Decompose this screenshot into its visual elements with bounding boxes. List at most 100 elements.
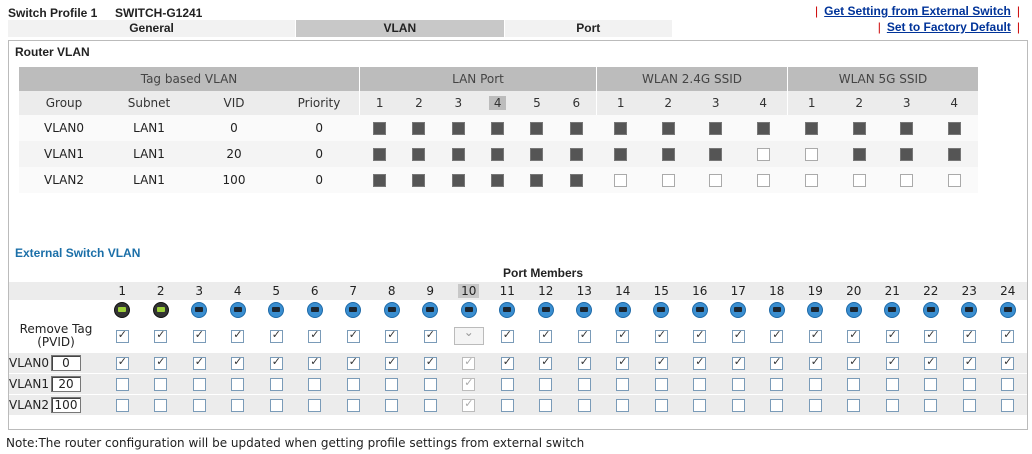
member-checkbox[interactable] bbox=[231, 399, 245, 412]
member-checkbox[interactable] bbox=[385, 399, 399, 412]
member-checkbox[interactable] bbox=[577, 399, 591, 412]
lan-port-checkbox[interactable] bbox=[530, 122, 544, 135]
member-checkbox[interactable] bbox=[577, 378, 591, 391]
remove-tag-checkbox[interactable] bbox=[308, 328, 322, 343]
wlan24-ssid-checkbox[interactable] bbox=[756, 148, 770, 161]
lan-port-checkbox[interactable] bbox=[372, 122, 386, 135]
remove-tag-checkbox[interactable] bbox=[423, 328, 437, 343]
member-checkbox[interactable] bbox=[154, 355, 168, 370]
member-checkbox[interactable] bbox=[462, 397, 476, 412]
member-checkbox[interactable] bbox=[269, 355, 283, 370]
vid-input[interactable]: 100 bbox=[51, 397, 81, 413]
member-checkbox[interactable] bbox=[654, 378, 668, 391]
member-checkbox[interactable] bbox=[962, 355, 976, 370]
ethernet-port-icon[interactable] bbox=[306, 302, 323, 318]
wlan5-ssid-checkbox[interactable] bbox=[805, 148, 818, 161]
wlan5-ssid-checkbox[interactable] bbox=[805, 174, 818, 187]
wlan5-ssid-checkbox[interactable] bbox=[852, 148, 866, 161]
remove-tag-checkbox[interactable] bbox=[616, 328, 630, 343]
lan-port-checkbox[interactable] bbox=[530, 174, 544, 187]
lan-port-checkbox[interactable] bbox=[570, 174, 584, 187]
member-checkbox[interactable] bbox=[385, 378, 399, 391]
wlan24-ssid-checkbox[interactable] bbox=[661, 122, 675, 135]
ethernet-port-icon[interactable] bbox=[691, 302, 708, 318]
member-checkbox[interactable] bbox=[847, 378, 861, 391]
member-checkbox[interactable] bbox=[770, 399, 784, 412]
member-checkbox[interactable] bbox=[924, 378, 938, 391]
ethernet-port-icon[interactable] bbox=[114, 302, 131, 318]
lan-port-checkbox[interactable] bbox=[491, 122, 505, 135]
member-checkbox[interactable] bbox=[500, 378, 514, 391]
vid-input[interactable]: 20 bbox=[51, 376, 81, 392]
ethernet-port-icon[interactable] bbox=[383, 302, 400, 318]
member-checkbox[interactable] bbox=[847, 399, 861, 412]
member-checkbox[interactable] bbox=[962, 378, 976, 391]
member-checkbox[interactable] bbox=[770, 378, 784, 391]
member-checkbox[interactable] bbox=[847, 355, 861, 370]
member-checkbox[interactable] bbox=[269, 399, 283, 412]
tab-vlan[interactable]: VLAN bbox=[296, 20, 505, 37]
wlan5-ssid-checkbox[interactable] bbox=[947, 174, 961, 187]
member-checkbox[interactable] bbox=[577, 355, 591, 370]
tab-port[interactable]: Port bbox=[504, 20, 673, 37]
wlan24-ssid-checkbox[interactable] bbox=[756, 122, 770, 135]
wlan24-ssid-checkbox[interactable] bbox=[614, 122, 627, 135]
pvid-dropdown[interactable] bbox=[453, 325, 484, 345]
wlan24-ssid-checkbox[interactable] bbox=[709, 122, 723, 135]
member-checkbox[interactable] bbox=[616, 355, 630, 370]
wlan5-ssid-checkbox[interactable] bbox=[900, 174, 914, 187]
remove-tag-checkbox[interactable] bbox=[924, 328, 938, 343]
remove-tag-checkbox[interactable] bbox=[500, 328, 514, 343]
remove-tag-checkbox[interactable] bbox=[346, 328, 360, 343]
member-checkbox[interactable] bbox=[500, 355, 514, 370]
wlan24-ssid-checkbox[interactable] bbox=[756, 174, 770, 187]
remove-tag-checkbox[interactable] bbox=[693, 328, 707, 343]
member-checkbox[interactable] bbox=[924, 399, 938, 412]
set-to-factory-default-link[interactable]: Set to Factory Default bbox=[887, 20, 1011, 34]
lan-port-checkbox[interactable] bbox=[451, 148, 465, 161]
ethernet-port-icon[interactable] bbox=[922, 302, 939, 318]
wlan5-ssid-checkbox[interactable] bbox=[900, 148, 914, 161]
member-checkbox[interactable] bbox=[1001, 399, 1015, 412]
remove-tag-checkbox[interactable] bbox=[539, 328, 553, 343]
remove-tag-checkbox[interactable] bbox=[808, 328, 822, 343]
ethernet-port-icon[interactable] bbox=[614, 302, 631, 318]
member-checkbox[interactable] bbox=[154, 399, 168, 412]
ethernet-port-icon[interactable] bbox=[576, 302, 593, 318]
member-checkbox[interactable] bbox=[192, 355, 206, 370]
ethernet-port-icon[interactable] bbox=[845, 302, 862, 318]
member-checkbox[interactable] bbox=[115, 399, 129, 412]
get-setting-from-external-switch-link[interactable]: Get Setting from External Switch bbox=[824, 4, 1011, 18]
wlan24-ssid-checkbox[interactable] bbox=[661, 148, 675, 161]
member-checkbox[interactable] bbox=[346, 399, 360, 412]
remove-tag-checkbox[interactable] bbox=[192, 328, 206, 343]
member-checkbox[interactable] bbox=[616, 378, 630, 391]
ethernet-port-icon[interactable] bbox=[961, 302, 978, 318]
member-checkbox[interactable] bbox=[885, 355, 899, 370]
member-checkbox[interactable] bbox=[539, 355, 553, 370]
remove-tag-checkbox[interactable] bbox=[115, 328, 129, 343]
member-checkbox[interactable] bbox=[885, 399, 899, 412]
lan-port-checkbox[interactable] bbox=[412, 174, 426, 187]
member-checkbox[interactable] bbox=[731, 399, 745, 412]
wlan24-ssid-checkbox[interactable] bbox=[709, 148, 723, 161]
member-checkbox[interactable] bbox=[269, 378, 283, 391]
remove-tag-checkbox[interactable] bbox=[269, 328, 283, 343]
member-checkbox[interactable] bbox=[731, 355, 745, 370]
lan-port-checkbox[interactable] bbox=[491, 174, 505, 187]
member-checkbox[interactable] bbox=[924, 355, 938, 370]
remove-tag-checkbox[interactable] bbox=[154, 328, 168, 343]
member-checkbox[interactable] bbox=[770, 355, 784, 370]
ethernet-port-icon[interactable] bbox=[152, 302, 169, 318]
member-checkbox[interactable] bbox=[115, 355, 129, 370]
wlan24-ssid-checkbox[interactable] bbox=[614, 148, 627, 161]
vid-input[interactable]: 0 bbox=[51, 355, 81, 371]
remove-tag-checkbox[interactable] bbox=[885, 328, 899, 343]
member-checkbox[interactable] bbox=[693, 399, 707, 412]
ethernet-port-icon[interactable] bbox=[499, 302, 516, 318]
lan-port-checkbox[interactable] bbox=[530, 148, 544, 161]
member-checkbox[interactable] bbox=[808, 399, 822, 412]
remove-tag-checkbox[interactable] bbox=[385, 328, 399, 343]
member-checkbox[interactable] bbox=[308, 378, 322, 391]
wlan5-ssid-checkbox[interactable] bbox=[852, 122, 866, 135]
